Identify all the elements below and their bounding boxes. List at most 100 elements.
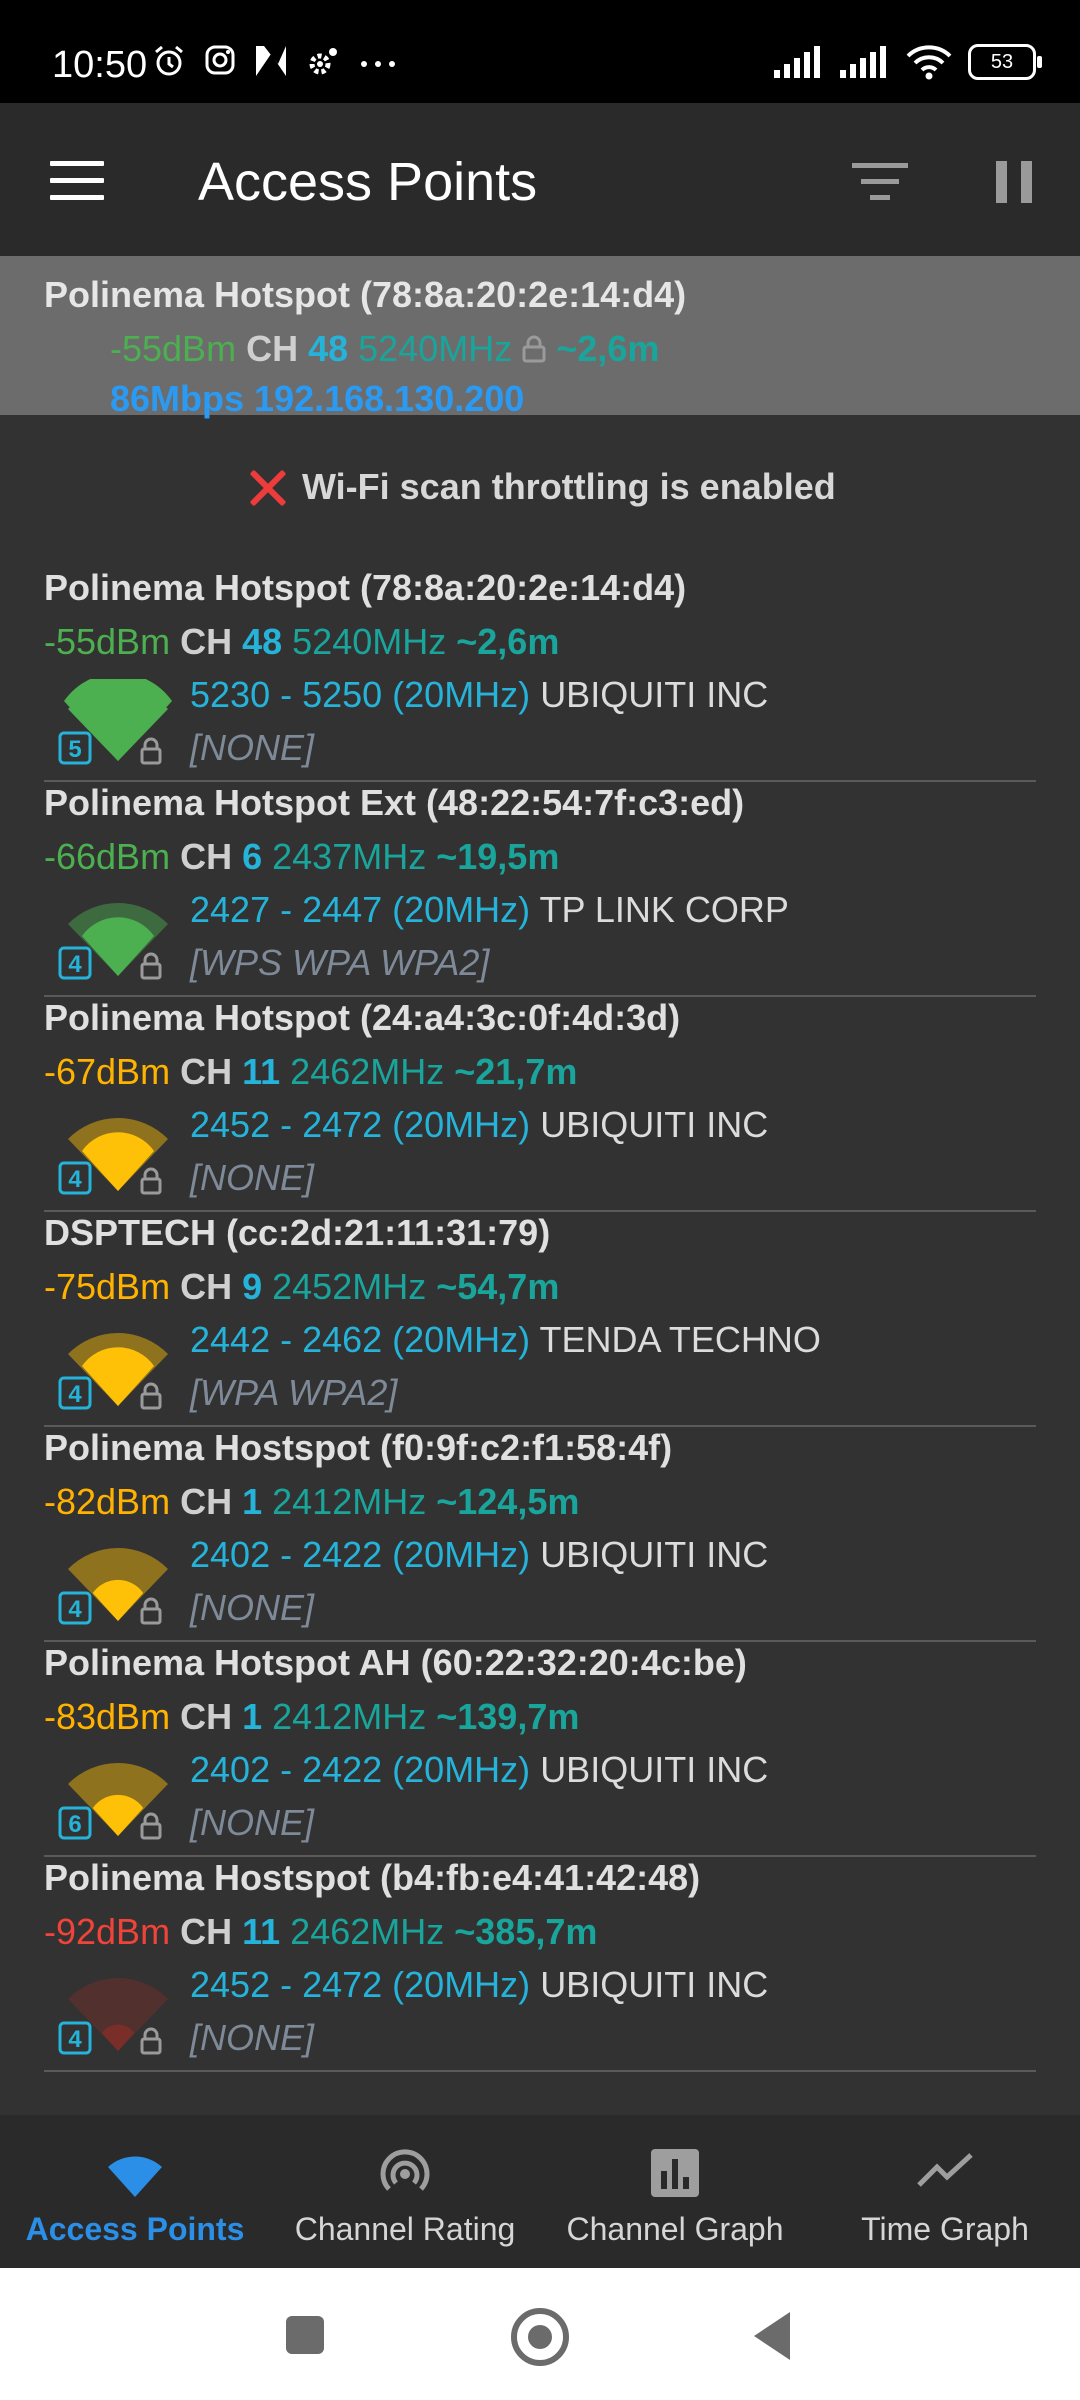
ap-distance: ~54,7m <box>436 1266 560 1307</box>
ap-channel: 9 <box>242 1266 263 1307</box>
wifi-icon <box>906 45 952 80</box>
ap-signal-info: -83dBm CH 1 2412MHz ~139,7m <box>44 1696 579 1738</box>
band-badge-icon: 5 <box>58 731 92 765</box>
line-chart-icon <box>917 2153 973 2187</box>
ap-frequency: 2412MHz <box>272 1696 427 1737</box>
settings-icon <box>309 48 337 75</box>
recent-apps-button[interactable] <box>286 2316 324 2354</box>
ap-ch-label: CH <box>180 1696 233 1737</box>
access-point-row[interactable]: Polinema Hostspot (b4:fb:e4:41:42:48) -9… <box>0 1857 1080 2072</box>
signal-icon <box>840 46 886 78</box>
ap-channel: 11 <box>242 1911 281 1952</box>
page-title: Access Points <box>198 152 538 212</box>
connected-speed-ip: 86Mbps 192.168.130.200 <box>110 378 525 419</box>
ap-channel: 11 <box>242 1051 281 1092</box>
close-x-icon <box>248 467 288 507</box>
ap-ch-label: CH <box>180 621 233 662</box>
ap-signal-info: -66dBm CH 6 2437MHz ~19,5m <box>44 836 559 878</box>
lock-icon <box>140 952 162 980</box>
status-system-icons: 53 <box>774 44 1042 80</box>
ap-channel-range: 2452 - 2472 (20MHz) <box>190 1104 531 1145</box>
ap-frequency: 2412MHz <box>272 1481 427 1522</box>
ap-distance: ~385,7m <box>454 1911 598 1952</box>
ap-range-vendor: 2427 - 2447 (20MHz) TP LINK CORP <box>190 889 789 931</box>
access-point-row[interactable]: Polinema Hotspot (78:8a:20:2e:14:d4) -55… <box>0 567 1080 782</box>
ap-range-vendor: 2452 - 2472 (20MHz) UBIQUITI INC <box>190 1104 768 1146</box>
ap-ch-label: CH <box>180 1481 233 1522</box>
ap-frequency: 2462MHz <box>290 1911 445 1952</box>
access-point-row[interactable]: DSPTECH (cc:2d:21:11:31:79) -75dBm CH 9 … <box>0 1212 1080 1427</box>
ap-distance: ~2,6m <box>456 621 560 662</box>
ap-band-label: 5 <box>68 736 81 763</box>
band-badge-icon: 4 <box>58 1376 92 1410</box>
wifi-strength-icon: 4 <box>58 1332 168 1410</box>
ap-channel: 48 <box>242 621 283 662</box>
nav-label: Access Points <box>25 2211 245 2247</box>
ap-ch-label: CH <box>180 1051 233 1092</box>
nav-channel-rating[interactable]: Channel Rating <box>270 2115 540 2268</box>
nav-label: Channel Graph <box>566 2211 784 2247</box>
ap-vendor: UBIQUITI INC <box>540 1964 769 2005</box>
home-button[interactable] <box>511 2308 569 2366</box>
ap-distance: ~19,5m <box>436 836 560 877</box>
ap-signal-info: -55dBm CH 48 5240MHz ~2,6m <box>44 621 559 663</box>
connected-frequency: 5240MHz <box>358 328 513 369</box>
ap-ssid: Polinema Hotspot (24:a4:3c:0f:4d:3d) <box>44 997 681 1038</box>
nav-label: Channel Rating <box>294 2211 516 2247</box>
signal-icon <box>774 46 820 78</box>
instagram-icon <box>205 45 235 75</box>
status-bar: 10:50 53 <box>0 0 1080 103</box>
ap-channel-range: 2402 - 2422 (20MHz) <box>190 1749 531 1790</box>
ap-signal-info: -82dBm CH 1 2412MHz ~124,5m <box>44 1481 579 1523</box>
ap-distance: ~124,5m <box>436 1481 580 1522</box>
connected-distance: ~2,6m <box>556 328 660 369</box>
band-badge-icon: 4 <box>58 2021 92 2055</box>
wifi-strength-icon: 4 <box>58 1977 168 2055</box>
nav-channel-graph[interactable]: Channel Graph <box>540 2115 810 2268</box>
access-point-row[interactable]: Polinema Hostspot (f0:9f:c2:f1:58:4f) -8… <box>0 1427 1080 1642</box>
bar-chart-icon <box>651 2149 699 2197</box>
access-point-row[interactable]: Polinema Hotspot Ext (48:22:54:7f:c3:ed)… <box>0 782 1080 997</box>
ap-security: [WPS WPA WPA2] <box>190 942 490 983</box>
nav-label: Time Graph <box>861 2211 1029 2247</box>
scan-throttling-warning: Wi-Fi scan throttling is enabled <box>248 466 836 508</box>
lock-icon <box>140 2027 162 2055</box>
lock-icon <box>140 1167 162 1195</box>
filter-icon[interactable] <box>852 163 908 203</box>
ap-channel-range: 2427 - 2447 (20MHz) <box>190 889 531 930</box>
band-badge-icon: 4 <box>58 1591 92 1625</box>
ap-channel: 6 <box>242 836 263 877</box>
ap-ch-label: CH <box>180 1911 233 1952</box>
connected-ch-label: CH <box>246 328 299 369</box>
back-button[interactable] <box>754 2312 790 2360</box>
ap-channel-range: 2402 - 2422 (20MHz) <box>190 1534 531 1575</box>
ap-dbm: -83dBm <box>44 1696 171 1737</box>
ap-dbm: -55dBm <box>44 621 171 662</box>
ap-ssid: Polinema Hostspot (f0:9f:c2:f1:58:4f) <box>44 1427 673 1468</box>
ap-channel-range: 5230 - 5250 (20MHz) <box>190 674 531 715</box>
ap-band-label: 4 <box>68 1166 82 1193</box>
ap-dbm: -66dBm <box>44 836 171 877</box>
access-point-row[interactable]: Polinema Hotspot AH (60:22:32:20:4c:be) … <box>0 1642 1080 1857</box>
ap-ssid: Polinema Hotspot (78:8a:20:2e:14:d4) <box>44 567 687 608</box>
pause-icon[interactable] <box>996 161 1032 203</box>
nav-time-graph[interactable]: Time Graph <box>810 2115 1080 2268</box>
ap-band-label: 6 <box>68 1811 81 1838</box>
ap-band-label: 4 <box>68 951 82 978</box>
ap-signal-info: -92dBm CH 11 2462MHz ~385,7m <box>44 1911 597 1953</box>
lock-icon <box>140 1597 162 1625</box>
nav-access-points[interactable]: Access Points <box>0 2115 270 2268</box>
battery-icon: 53 <box>968 44 1042 80</box>
ap-ssid: Polinema Hotspot Ext (48:22:54:7f:c3:ed) <box>44 782 745 823</box>
access-point-row[interactable]: Polinema Hotspot (24:a4:3c:0f:4d:3d) -67… <box>0 997 1080 1212</box>
ap-vendor: TP LINK CORP <box>539 889 789 930</box>
ap-security: [NONE] <box>190 2017 315 2058</box>
ap-frequency: 2437MHz <box>272 836 427 877</box>
connected-dbm: -55dBm <box>110 328 237 369</box>
menu-icon[interactable] <box>50 161 104 201</box>
connected-access-point[interactable]: Polinema Hotspot (78:8a:20:2e:14:d4) -55… <box>0 256 1080 419</box>
lock-icon <box>140 1382 162 1410</box>
ap-ch-label: CH <box>180 1266 233 1307</box>
wifi-icon <box>108 2156 162 2197</box>
ap-range-vendor: 5230 - 5250 (20MHz) UBIQUITI INC <box>190 674 768 716</box>
